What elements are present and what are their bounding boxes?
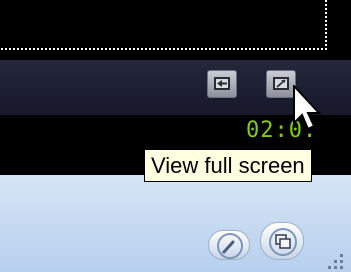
brush-button[interactable] (208, 230, 250, 260)
brush-icon (217, 233, 243, 259)
mouse-cursor (293, 85, 321, 131)
video-area (0, 0, 351, 60)
previous-frame-icon (214, 77, 230, 90)
resize-grip[interactable] (322, 250, 348, 270)
fullscreen-icon (273, 77, 289, 90)
video-frame (0, 0, 327, 50)
view-full-screen-button[interactable] (266, 70, 296, 98)
tooltip: View full screen (144, 149, 312, 182)
restore-icon (269, 228, 297, 256)
previous-button[interactable] (207, 70, 237, 98)
restore-button[interactable] (260, 222, 304, 260)
